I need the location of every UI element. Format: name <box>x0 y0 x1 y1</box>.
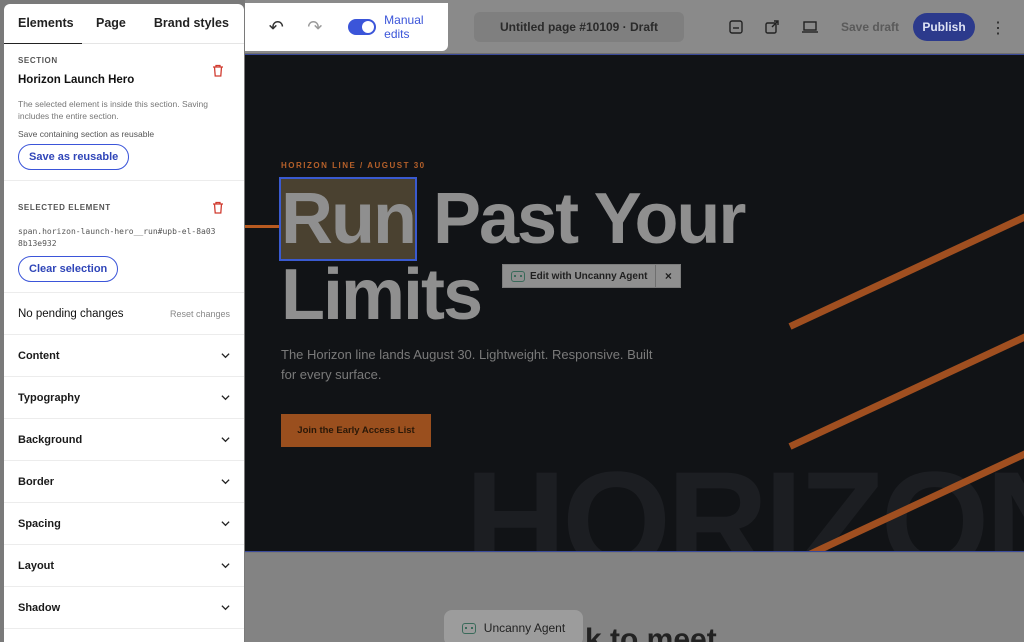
section-description: The selected element is inside this sect… <box>18 99 208 121</box>
external-link-icon[interactable] <box>762 17 782 37</box>
section-kicker: SECTION <box>18 56 58 65</box>
undo-icon[interactable]: ↶ <box>265 17 288 38</box>
pending-changes-status: No pending changes <box>18 307 124 320</box>
section-reusable-note: Save containing section as reusable <box>18 129 155 139</box>
panel-spacing[interactable]: Spacing <box>4 503 244 545</box>
tab-elements[interactable]: Elements <box>4 4 82 44</box>
delete-element-icon[interactable] <box>212 201 226 215</box>
desktop-view-icon[interactable] <box>800 17 820 37</box>
panel-label: Content <box>18 349 60 362</box>
panel-label: Shadow <box>18 601 61 614</box>
editor-sidebar: Elements Page Brand styles SECTION Horiz… <box>4 4 244 642</box>
panel-border[interactable]: Border <box>4 461 244 503</box>
hero-title[interactable]: Run Past Your Limits <box>279 177 746 335</box>
panel-label: Border <box>18 475 55 488</box>
chevron-down-icon <box>221 437 230 443</box>
manual-edits-toggle[interactable] <box>348 19 377 35</box>
chevron-down-icon <box>221 479 230 485</box>
clear-selection-button[interactable]: Clear selection <box>18 256 119 282</box>
selected-element-info: SELECTED ELEMENT span.horizon-launch-her… <box>4 181 244 293</box>
sidebar-tabs: Elements Page Brand styles <box>4 4 244 44</box>
reset-changes-button[interactable]: Reset changes <box>170 309 230 319</box>
next-section-heading: k to meet <box>585 623 717 642</box>
chevron-down-icon <box>221 395 230 401</box>
delete-section-icon[interactable] <box>212 64 226 78</box>
hero-title-line2[interactable]: Limits <box>281 255 483 335</box>
redo-icon[interactable]: ↷ <box>304 17 327 38</box>
save-draft-button[interactable]: Save draft <box>841 20 899 34</box>
tab-brand-styles[interactable]: Brand styles <box>140 4 243 44</box>
edit-with-agent-chip[interactable]: Edit with Uncanny Agent × <box>502 264 682 288</box>
edit-with-agent-button[interactable]: Edit with Uncanny Agent <box>503 265 657 287</box>
page-title[interactable]: Untitled page #10109 · Draft <box>474 12 684 42</box>
hero-title-rest[interactable]: Past Your <box>415 179 746 259</box>
uncanny-agent-label: Uncanny Agent <box>483 621 566 635</box>
hero-eyebrow[interactable]: HORIZON LINE / AUGUST 30 <box>281 161 426 170</box>
preview-icon[interactable] <box>726 17 746 37</box>
history-toolbar: ↶ ↷ Manual edits <box>245 3 448 51</box>
panel-shadow[interactable]: Shadow <box>4 587 244 629</box>
more-options-icon[interactable]: ⋮ <box>990 18 1006 38</box>
chevron-down-icon <box>221 563 230 569</box>
panel-background[interactable]: Background <box>4 419 244 461</box>
robot-icon <box>461 622 476 634</box>
close-icon[interactable]: × <box>656 269 680 283</box>
manual-edits-label: Manual edits <box>384 13 424 41</box>
hero-glow-line <box>245 225 285 228</box>
panel-label: Spacing <box>18 517 61 530</box>
robot-icon <box>511 270 525 282</box>
hero-stripe <box>788 320 1024 450</box>
panel-typography[interactable]: Typography <box>4 377 244 419</box>
selected-run-span[interactable]: Run <box>279 177 417 261</box>
edit-with-agent-label: Edit with Uncanny Agent <box>530 270 648 282</box>
publish-button[interactable]: Publish <box>913 13 975 41</box>
save-as-reusable-button[interactable]: Save as reusable <box>18 144 130 170</box>
uncanny-agent-button[interactable]: Uncanny Agent <box>444 610 583 642</box>
hero-body[interactable]: The Horizon line lands August 30. Lightw… <box>281 345 661 385</box>
hero-stripe <box>788 200 1024 330</box>
hero-section[interactable]: HORIZON HORIZON LINE / AUGUST 30 Run Pas… <box>245 54 1024 552</box>
section-name: Horizon Launch Hero <box>18 74 135 86</box>
chevron-down-icon <box>221 521 230 527</box>
tab-page[interactable]: Page <box>82 4 140 44</box>
chevron-down-icon <box>221 605 230 611</box>
element-selector: span.horizon-launch-hero__run#upb-el-8a0… <box>18 227 216 248</box>
section-info: SECTION Horizon Launch Hero The selected… <box>4 44 244 181</box>
next-section[interactable]: k to meet <box>245 553 1024 642</box>
panel-label: Layout <box>18 559 55 572</box>
selected-element-kicker: SELECTED ELEMENT <box>18 203 111 212</box>
panel-layout[interactable]: Layout <box>4 545 244 587</box>
chevron-down-icon <box>221 353 230 359</box>
panel-label: Background <box>18 433 83 446</box>
panel-content[interactable]: Content <box>4 335 244 377</box>
pending-changes-row: No pending changes Reset changes <box>4 293 244 335</box>
early-access-button[interactable]: Join the Early Access List <box>281 414 431 447</box>
panel-label: Typography <box>18 391 81 404</box>
